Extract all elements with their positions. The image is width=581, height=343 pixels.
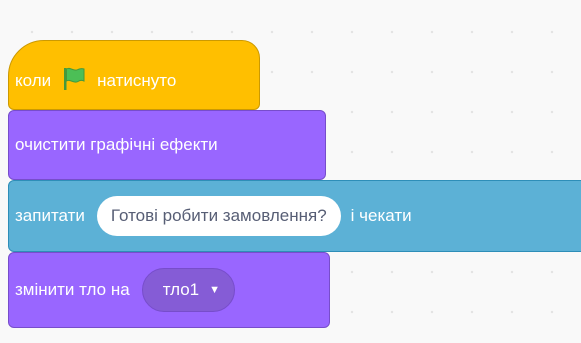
ask-and-wait-block[interactable]: запитати Готові робити замовлення? і чек…: [8, 180, 581, 252]
ask-wait-label: і чекати: [350, 206, 412, 225]
switch-backdrop-block[interactable]: змінити тло на тло1 ▼: [8, 252, 330, 328]
when-flag-label-before: коли: [15, 71, 52, 90]
chevron-down-icon: ▼: [209, 284, 221, 296]
switch-backdrop-label: змінити тло на: [15, 280, 130, 299]
when-flag-clicked-block[interactable]: коли натиснуто: [8, 40, 260, 110]
backdrop-dropdown[interactable]: тло1 ▼: [141, 268, 236, 312]
ask-question-input[interactable]: Готові робити замовлення?: [96, 196, 341, 236]
ask-label: запитати: [15, 206, 85, 225]
backdrop-dropdown-value: тло1: [162, 280, 200, 299]
clear-graphic-effects-block[interactable]: очистити графічні ефекти: [8, 110, 326, 180]
clear-effects-label: очистити графічні ефекти: [15, 135, 218, 154]
when-flag-label-after: натиснуто: [97, 71, 177, 90]
green-flag-icon: [61, 66, 87, 97]
